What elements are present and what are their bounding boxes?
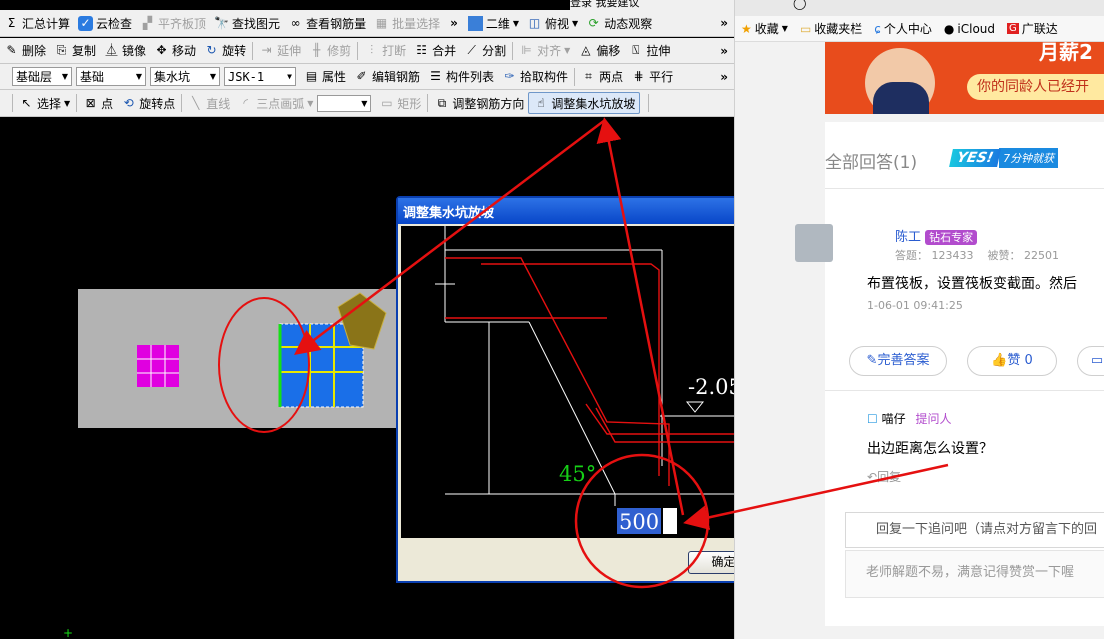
annotation-arrow-to-input [683, 463, 949, 530]
annotation-arrow-to-pit [294, 119, 606, 356]
annotation-overlay [294, 117, 949, 589]
